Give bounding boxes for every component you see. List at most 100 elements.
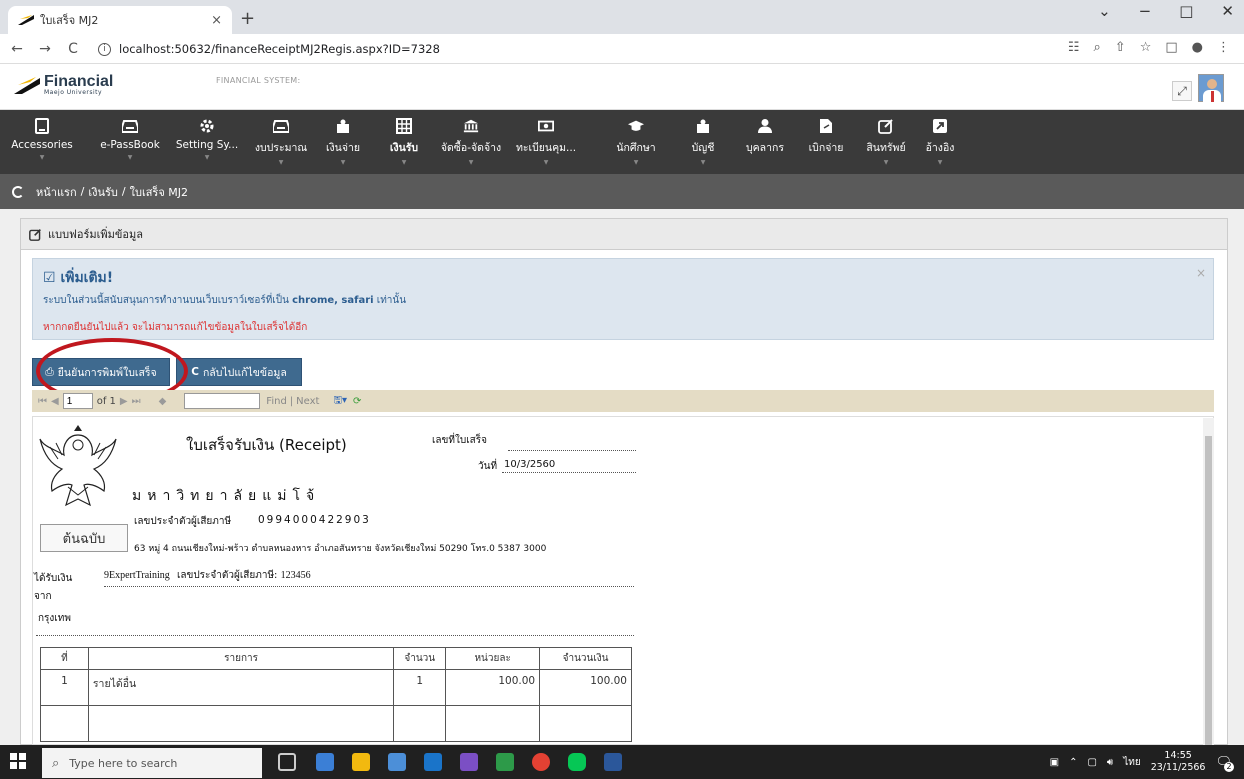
menu-item-accessories[interactable]: Accessories ▼ (2, 110, 82, 174)
share-file-icon (818, 118, 834, 134)
mail-icon[interactable] (424, 753, 442, 771)
tablet-icon (34, 118, 50, 134)
file-explorer-icon[interactable] (352, 753, 370, 771)
menu-item-procurement[interactable]: จัดซื้อ-จัดจ้าง ▼ (436, 110, 506, 174)
menu-item-personnel[interactable]: บุคลากร (734, 110, 796, 174)
chrome-icon[interactable] (532, 753, 550, 771)
first-page-icon[interactable]: ⏮ (38, 396, 47, 407)
close-window-icon[interactable]: ✕ (1221, 2, 1234, 20)
new-tab-button[interactable]: + (240, 8, 255, 29)
menu-item-epassbook[interactable]: e-PassBook ▼ (90, 110, 170, 174)
volume-icon[interactable]: 🔊︎ (1107, 757, 1113, 768)
menu-item-setting[interactable]: Setting Sy... ▼ (172, 110, 242, 174)
table-row (40, 705, 632, 742)
site-info-icon[interactable]: i (98, 42, 111, 56)
app-icon[interactable] (496, 753, 514, 771)
report-scrollbar[interactable] (1203, 418, 1214, 746)
minimize-icon[interactable]: − (1139, 2, 1152, 20)
people-app-icon[interactable] (316, 753, 334, 771)
export-icon[interactable]: 🖫▾ (333, 393, 347, 410)
word-icon[interactable] (604, 753, 622, 771)
line-app-icon[interactable] (568, 753, 586, 771)
menu-item-student[interactable]: นักศึกษา ▼ (608, 110, 664, 174)
payer-tax-label: เลขประจำตัวผู้เสียภาษี: (176, 570, 278, 581)
user-icon (757, 118, 773, 134)
inbox-icon (122, 118, 138, 134)
menu-item-budget[interactable]: งบประมาณ ▼ (250, 110, 312, 174)
payer-name: 9ExpertTraining (104, 570, 170, 581)
find-input[interactable] (184, 393, 261, 409)
browser-menu-icon[interactable]: ⋮ (1217, 40, 1230, 55)
undo-icon: C (191, 366, 199, 378)
alert-close-icon[interactable]: × (1196, 266, 1206, 280)
date-value: 10/3/2560 (502, 459, 636, 473)
window-controls: ⌄ − □ ✕ (1098, 2, 1244, 20)
prev-page-icon[interactable]: ◀ (51, 396, 59, 407)
tax-id-label: เลขประจำตัวผู้เสียภาษี (134, 516, 232, 527)
fullscreen-icon[interactable]: ⤢ (1172, 81, 1192, 101)
table-header-row: ที่ รายการ จำนวน หน่วยละ จำนวนเงิน (40, 647, 632, 670)
breadcrumb-income[interactable]: เงินรับ (88, 183, 118, 201)
notification-icon[interactable]: 🗨︎ 2 (1215, 755, 1234, 772)
bookmark-star-icon[interactable]: ☆ (1140, 40, 1152, 55)
page-number-input[interactable] (62, 393, 93, 409)
tray-chevron-icon[interactable]: ⌃ (1069, 757, 1077, 768)
menu-item-income[interactable]: เงินรับ ▼ (380, 110, 428, 174)
network-icon[interactable]: ▢ (1087, 757, 1096, 768)
breadcrumb: หน้าแรก / เงินรับ / ใบเสร็จ MJ2 (0, 174, 1244, 209)
tab-close-icon[interactable]: × (211, 13, 222, 28)
back-icon[interactable]: ← (6, 41, 28, 57)
logo-text: Financial (44, 73, 114, 90)
check-square-icon: ☑ (43, 270, 56, 286)
maximize-icon[interactable]: □ (1179, 2, 1193, 20)
windows-start-icon[interactable] (10, 753, 26, 769)
breadcrumb-separator: / (80, 185, 85, 198)
reload-icon[interactable]: C (62, 41, 84, 57)
next-link[interactable]: Next (296, 396, 319, 407)
breadcrumb-home[interactable]: หน้าแรก (36, 183, 77, 201)
menu-item-expense[interactable]: เงินจ่าย ▼ (316, 110, 370, 174)
address-bar[interactable]: i localhost:50632/financeReceiptMJ2Regis… (92, 38, 1042, 60)
clock[interactable]: 14:55 23/11/2566 (1151, 750, 1206, 774)
garuda-emblem (39, 425, 117, 507)
back-to-edit-button[interactable]: C กลับไปแก้ไขข้อมูล (176, 358, 302, 386)
search-icon: ⌕ (52, 755, 60, 771)
col-amount: จำนวนเงิน (539, 647, 632, 670)
menu-item-assets[interactable]: สินทรัพย์ ▼ (858, 110, 914, 174)
menu-item-registry[interactable]: ทะเบียนคุม... ▼ (508, 110, 584, 174)
menu-item-disbursement[interactable]: เบิกจ่าย (798, 110, 854, 174)
task-view-icon[interactable] (278, 753, 296, 771)
forward-icon[interactable]: → (34, 41, 56, 57)
back-report-icon[interactable]: ◆ (159, 396, 167, 407)
favicon-icon (18, 15, 34, 25)
next-page-icon[interactable]: ▶ (120, 396, 128, 407)
visual-studio-icon[interactable] (460, 753, 478, 771)
input-language[interactable]: ไทย (1123, 755, 1140, 770)
share-icon[interactable]: ⇧ (1115, 40, 1126, 55)
menu-item-accounting[interactable]: บัญชี ▼ (678, 110, 728, 174)
user-avatar[interactable] (1198, 74, 1224, 102)
browser-actions: ☷ ⌕ ⇧ ☆ □ ● ⋮ (1068, 40, 1230, 55)
alert-title-row: ☑ เพิ่มเติม! (43, 267, 1203, 289)
translate-icon[interactable]: ☷ (1068, 40, 1080, 55)
profile-icon[interactable]: ● (1192, 40, 1203, 55)
app-logo[interactable]: Financial Maejo University (14, 74, 113, 96)
tab-search-icon[interactable]: ⌄ (1098, 2, 1111, 20)
puzzle-icon (335, 118, 351, 134)
last-page-icon[interactable]: ⏭ (132, 396, 141, 407)
taskbar-search[interactable]: ⌕ Type here to search (42, 748, 262, 778)
browser-tab[interactable]: ใบเสร็จ MJ2 × (8, 6, 232, 34)
refresh-report-icon[interactable]: ⟳ (353, 396, 361, 407)
side-panel-icon[interactable]: □ (1165, 40, 1177, 55)
table-row: 1 รายได้อื่น 1 100.00 100.00 (40, 669, 632, 706)
receipt-title: ใบเสร็จรับเงิน (Receipt) (186, 436, 347, 454)
find-link[interactable]: Find (266, 396, 287, 407)
refresh-icon[interactable] (12, 185, 24, 198)
menu-item-reference[interactable]: อ้างอิง ▼ (918, 110, 962, 174)
receipt-items-table: ที่ รายการ จำนวน หน่วยละ จำนวนเงิน 1 ราย… (40, 647, 632, 742)
store-icon[interactable] (388, 753, 406, 771)
zoom-icon[interactable]: ⌕ (1094, 40, 1101, 55)
alert-browser-note: ระบบในส่วนนี้สนับสนุนการทำงานบนเว็บเบราว… (43, 295, 407, 306)
logo-subtitle: Maejo University (44, 89, 103, 96)
keyboard-icon[interactable]: ▣ (1050, 757, 1059, 768)
